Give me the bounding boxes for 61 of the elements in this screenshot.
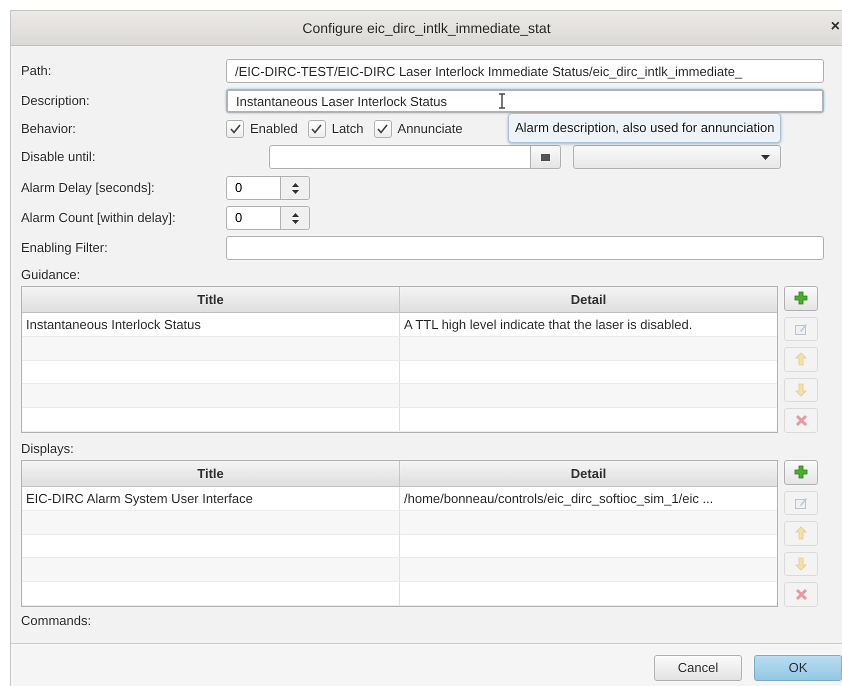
- calendar-icon: [541, 154, 550, 160]
- checkbox-label: Latch: [332, 120, 364, 138]
- text-cursor-icon: [498, 93, 506, 109]
- arrow-up-icon: [795, 352, 807, 366]
- field-label: Behavior:: [21, 120, 77, 138]
- field-label: Alarm Count [within delay]:: [21, 209, 177, 228]
- filter-field[interactable]: [226, 236, 824, 260]
- edit-icon: [794, 322, 808, 336]
- checkbox-label: Annunciate: [398, 120, 463, 138]
- tooltip: Alarm description, also used for annunciation: [508, 113, 782, 142]
- arrow-up-icon: [795, 526, 807, 540]
- field-label: Description:: [21, 92, 91, 110]
- column-header[interactable]: Detail: [400, 461, 777, 486]
- date-field[interactable]: [269, 145, 531, 169]
- number-field[interactable]: 0: [226, 206, 281, 230]
- column-header[interactable]: Title: [22, 461, 400, 486]
- field-label: Enabling Filter:: [21, 239, 109, 258]
- table-cell-text: EIC-DIRC Alarm System User Interface: [26, 490, 253, 508]
- dialog-button[interactable]: OK: [754, 655, 842, 681]
- column-header[interactable]: Title: [22, 287, 400, 312]
- add-button[interactable]: [784, 286, 818, 311]
- table-cell-text: Instantaneous Interlock Status: [26, 316, 201, 334]
- checkbox-label: Enabled: [250, 120, 298, 138]
- table-cell-text: A TTL high level indicate that the laser is disabled.: [404, 316, 692, 334]
- checkbox[interactable]: [308, 120, 326, 138]
- field-label: Commands:: [21, 612, 92, 630]
- arrow-down-icon: [795, 557, 807, 572]
- check-icon: [377, 124, 388, 134]
- caret-down-icon: [761, 154, 770, 160]
- field-label: Guidance:: [21, 266, 82, 284]
- edit-icon: [794, 496, 808, 510]
- spin-buttons[interactable]: [281, 176, 310, 200]
- field-label: Displays:: [21, 440, 75, 458]
- field-label: Alarm Delay [seconds]:: [21, 179, 156, 198]
- checkbox[interactable]: [374, 120, 392, 138]
- close-button[interactable]: ×: [830, 19, 840, 35]
- check-icon: [311, 124, 322, 134]
- spin-buttons[interactable]: [281, 206, 310, 230]
- add-button[interactable]: [784, 460, 818, 485]
- column-header[interactable]: Detail: [400, 287, 777, 312]
- path-field[interactable]: /EIC-DIRC-TEST/EIC-DIRC Laser Interlock Immediate Status/eic_dirc_intlk_immediate_: [226, 59, 824, 83]
- caret-up-icon: [292, 212, 298, 216]
- delete-icon: [794, 414, 808, 428]
- field-label: Path:: [21, 62, 52, 80]
- arrow-down-icon: [795, 383, 807, 398]
- delete-icon: [794, 588, 808, 602]
- field-label: Disable until:: [21, 148, 96, 166]
- time-dropdown[interactable]: [573, 145, 781, 169]
- plus-icon: [794, 291, 808, 306]
- checkbox[interactable]: [226, 120, 244, 138]
- caret-down-icon: [292, 220, 298, 224]
- window-title: Configure eic_dirc_intlk_immediate_stat: [302, 18, 551, 38]
- description-field[interactable]: Instantaneous Laser Interlock Status: [226, 89, 824, 113]
- number-field[interactable]: 0: [226, 176, 281, 200]
- caret-down-icon: [292, 190, 298, 194]
- plus-icon: [794, 465, 808, 480]
- check-icon: [230, 124, 240, 134]
- dialog-button[interactable]: Cancel: [654, 655, 742, 681]
- calendar-button[interactable]: [531, 145, 561, 169]
- table-cell-text: /home/bonneau/controls/eic_dirc_softioc_sim_1/eic ...: [404, 490, 714, 508]
- caret-up-icon: [292, 182, 298, 186]
